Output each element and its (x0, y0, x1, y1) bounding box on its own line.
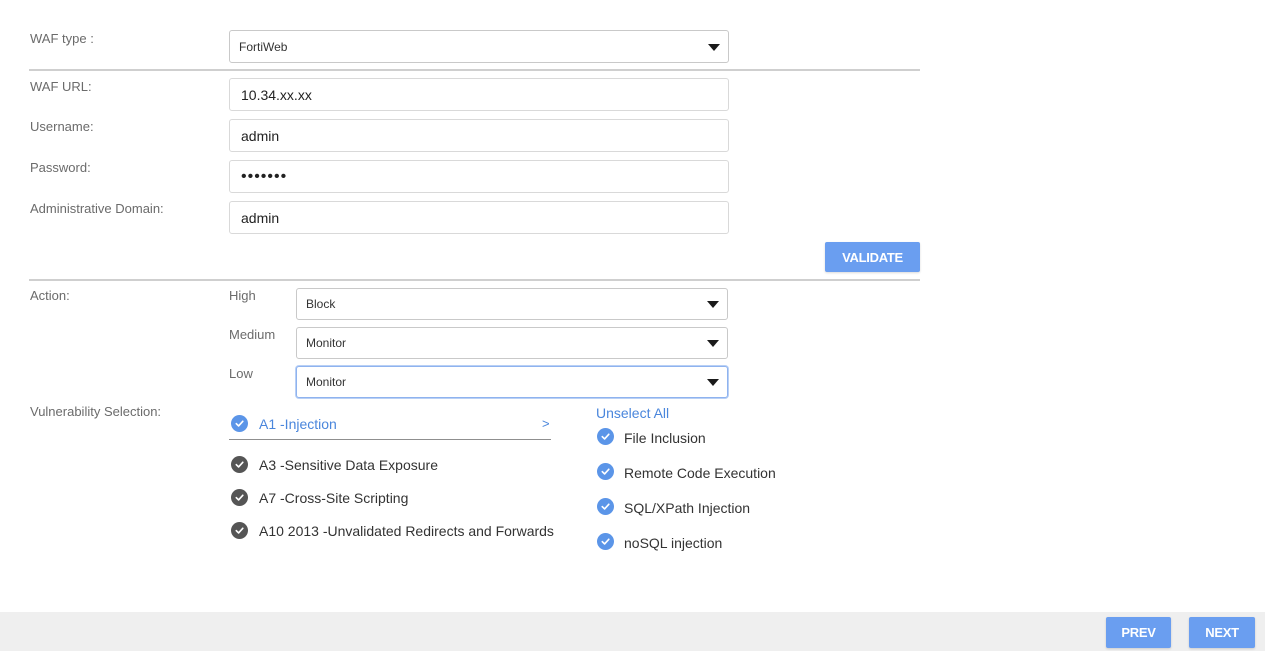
action-high-value: Block (306, 297, 336, 311)
password-input[interactable]: ••••••• (229, 160, 729, 193)
check-circle-icon (597, 463, 614, 480)
action-medium-label: Medium (229, 327, 276, 342)
waf-type-select[interactable]: FortiWeb (229, 30, 729, 63)
footer-bar (0, 612, 1265, 651)
chevron-right-icon: > (542, 416, 550, 431)
action-medium-value: Monitor (306, 336, 347, 350)
action-high-label: High (229, 288, 256, 303)
waf-url-input[interactable]: 10.34.xx.xx (229, 78, 729, 111)
subitem-label: noSQL injection (624, 535, 723, 551)
chevron-down-icon (707, 379, 719, 386)
next-button[interactable]: NEXT (1189, 617, 1255, 648)
category-underline (229, 439, 551, 440)
action-low-label: Low (229, 366, 253, 381)
admin-domain-input[interactable]: admin (229, 201, 729, 234)
username-label: Username: (30, 119, 94, 134)
unselect-all-link[interactable]: Unselect All (596, 405, 669, 421)
chevron-down-icon (707, 301, 719, 308)
admin-domain-label: Administrative Domain: (30, 201, 164, 216)
action-low-value: Monitor (306, 375, 347, 389)
check-circle-icon (231, 522, 248, 539)
section-divider (29, 69, 920, 71)
password-label: Password: (30, 160, 91, 175)
check-circle-icon (597, 498, 614, 515)
check-circle-icon (231, 415, 248, 432)
check-circle-icon (597, 428, 614, 445)
check-circle-icon (597, 533, 614, 550)
category-label: A1 -Injection (259, 416, 337, 432)
check-circle-icon (231, 489, 248, 506)
action-high-select[interactable]: Block (296, 288, 728, 320)
subitem-label: File Inclusion (624, 430, 706, 446)
username-input[interactable]: admin (229, 119, 729, 152)
category-label: A7 -Cross-Site Scripting (259, 490, 409, 506)
check-circle-icon (231, 456, 248, 473)
vulnerability-label: Vulnerability Selection: (30, 404, 162, 419)
chevron-down-icon (707, 340, 719, 347)
section-divider (29, 279, 920, 281)
prev-button[interactable]: PREV (1106, 617, 1171, 648)
category-label: A10 2013 -Unvalidated Redirects and Forw… (259, 523, 554, 539)
subitem-label: SQL/XPath Injection (624, 500, 751, 516)
action-medium-select[interactable]: Monitor (296, 327, 728, 359)
waf-type-value: FortiWeb (239, 39, 288, 54)
validate-button[interactable]: VALIDATE (825, 242, 920, 272)
subitem-label: Remote Code Execution (624, 465, 776, 481)
waf-url-label: WAF URL: (30, 79, 92, 94)
waf-type-label: WAF type : (30, 31, 94, 46)
category-label: A3 -Sensitive Data Exposure (259, 457, 438, 473)
action-low-select[interactable]: Monitor (296, 366, 728, 398)
action-label: Action: (30, 288, 70, 303)
chevron-down-icon (708, 43, 720, 51)
